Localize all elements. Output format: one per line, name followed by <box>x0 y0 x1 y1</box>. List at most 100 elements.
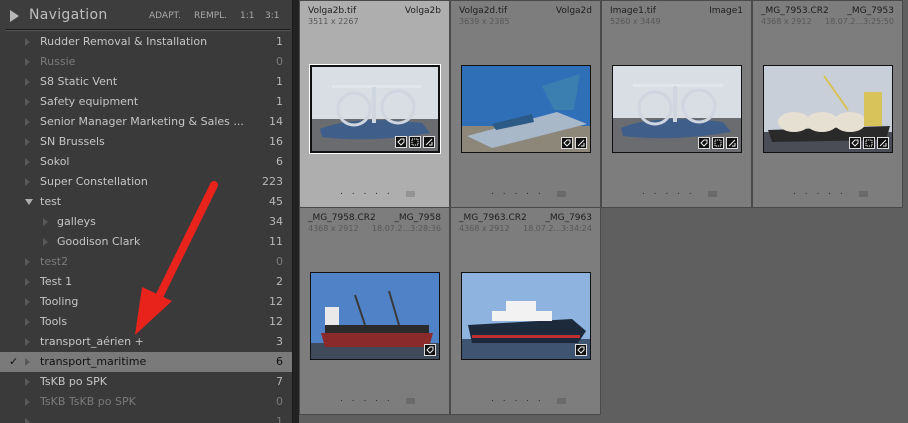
collection-row[interactable]: SN Brussels 16 <box>0 132 292 152</box>
collection-row[interactable]: Tooling 12 <box>0 292 292 312</box>
collection-triangle-icon[interactable] <box>25 158 30 166</box>
photo-thumbnail[interactable] <box>310 272 440 360</box>
rating-dots[interactable]: . . . . . <box>340 394 393 404</box>
collection-count: 223 <box>262 175 283 188</box>
collection-row[interactable]: TsKB po SPK 7 <box>0 372 292 392</box>
collection-row[interactable]: Senior Manager Marketing & Sales ... 14 <box>0 112 292 132</box>
collection-triangle-icon[interactable] <box>25 118 30 126</box>
zoom-fill-option[interactable]: REMPL. <box>194 11 227 21</box>
collection-row[interactable]: TsKB TsKB po SPK 0 <box>0 392 292 412</box>
flag-icon[interactable] <box>708 191 717 197</box>
collection-count: 12 <box>269 315 283 328</box>
collection-triangle-icon[interactable] <box>25 278 30 286</box>
flag-icon[interactable] <box>406 398 415 404</box>
rating-dots[interactable]: . . . . . <box>793 187 846 197</box>
collection-count: 16 <box>269 135 283 148</box>
collection-row[interactable]: ✓ transport_maritime 6 <box>0 352 292 372</box>
photo-thumbnail[interactable] <box>461 272 591 360</box>
collection-row[interactable]: transport_aérien + 3 <box>0 332 292 352</box>
collection-triangle-icon[interactable] <box>25 98 30 106</box>
thumbnail-cell[interactable]: _MG_7963.CR2 _MG_7963 4368 x 2912 18.07.2..… <box>450 207 601 415</box>
navigator-title: Navigation <box>29 7 108 23</box>
develop-icon[interactable] <box>877 137 889 149</box>
collection-row[interactable]: Safety equipment 1 <box>0 92 292 112</box>
tag-icon[interactable] <box>575 344 587 356</box>
collection-triangle-icon[interactable] <box>25 178 30 186</box>
thumbnail-cell[interactable]: Volga2d.tif Volga2d 3639 x 2385 . . . . . <box>450 0 601 208</box>
crop-icon[interactable] <box>409 136 421 148</box>
collection-row[interactable]: Super Constellation 223 <box>0 172 292 192</box>
collection-triangle-icon[interactable] <box>25 318 30 326</box>
photo-thumbnail[interactable] <box>310 65 440 153</box>
file-base-name: _MG_7953 <box>847 6 894 16</box>
rating-dots[interactable]: . . . . . <box>491 394 544 404</box>
navigator-header[interactable]: Navigation ADAPT. REMPL. 1:1 3:1 <box>0 0 292 32</box>
collection-row[interactable]: Russie 0 <box>0 52 292 72</box>
collection-row[interactable]: 1 <box>0 412 292 423</box>
collection-triangle-icon[interactable] <box>43 218 48 226</box>
tag-icon[interactable] <box>698 137 710 149</box>
rating-dots[interactable]: . . . . . <box>642 187 695 197</box>
image-dimensions: 3511 x 2267 <box>308 17 359 26</box>
collection-row[interactable]: test2 0 <box>0 252 292 272</box>
collection-row[interactable]: Goodison Clark 11 <box>0 232 292 252</box>
tag-icon[interactable] <box>395 136 407 148</box>
collection-row[interactable]: Rudder Removal & Installation 1 <box>0 32 292 52</box>
collection-row[interactable]: test 45 <box>0 192 292 212</box>
collection-triangle-icon[interactable] <box>25 78 30 86</box>
flag-icon[interactable] <box>859 191 868 197</box>
develop-icon[interactable] <box>575 137 587 149</box>
collapse-triangle-icon[interactable] <box>10 10 19 22</box>
tag-icon[interactable] <box>849 137 861 149</box>
collection-triangle-icon[interactable] <box>25 38 30 46</box>
collection-count: 6 <box>276 155 283 168</box>
flag-icon[interactable] <box>557 191 566 197</box>
image-dimensions: 5260 x 3449 <box>610 17 661 26</box>
collection-triangle-icon[interactable] <box>25 378 30 386</box>
collection-row[interactable]: S8 Static Vent 1 <box>0 72 292 92</box>
crop-icon[interactable] <box>712 137 724 149</box>
capture-date: 18.07.2...3:25:50 <box>824 17 894 26</box>
collection-triangle-icon[interactable] <box>25 398 30 406</box>
tag-icon[interactable] <box>561 137 573 149</box>
flag-icon[interactable] <box>406 191 415 197</box>
collection-row[interactable]: Sokol 6 <box>0 152 292 172</box>
target-check-icon: ✓ <box>9 355 19 368</box>
crop-icon[interactable] <box>863 137 875 149</box>
collection-triangle-icon[interactable] <box>25 358 30 366</box>
rating-dots[interactable]: . . . . . <box>491 187 544 197</box>
zoom-1-1-option[interactable]: 1:1 <box>240 11 254 21</box>
rating-dots[interactable]: . . . . . <box>340 187 393 197</box>
collection-triangle-icon[interactable] <box>25 418 30 423</box>
photo-thumbnail[interactable] <box>612 65 742 153</box>
thumbnail-cell[interactable]: Volga2b.tif Volga2b 3511 x 2267 . . . . . <box>299 0 450 208</box>
collection-triangle-icon[interactable] <box>25 298 30 306</box>
expanded-triangle-icon[interactable] <box>25 199 33 205</box>
collection-triangle-icon[interactable] <box>43 238 48 246</box>
thumbnail-cell[interactable]: _MG_7953.CR2 _MG_7953 4368 x 2912 18.07.2..… <box>752 0 903 208</box>
collection-triangle-icon[interactable] <box>25 258 30 266</box>
collection-triangle-icon[interactable] <box>25 338 30 346</box>
file-base-name: _MG_7958 <box>394 213 441 223</box>
collection-row[interactable]: galleys 34 <box>0 212 292 232</box>
collection-label: TsKB TsKB po SPK <box>40 395 136 408</box>
zoom-fit-option[interactable]: ADAPT. <box>149 11 181 21</box>
collection-count: 1 <box>276 415 283 423</box>
collection-count: 0 <box>276 255 283 268</box>
collection-triangle-icon[interactable] <box>25 138 30 146</box>
develop-icon[interactable] <box>726 137 738 149</box>
thumbnail-cell[interactable]: _MG_7958.CR2 _MG_7958 4368 x 2912 18.07.2..… <box>299 207 450 415</box>
photo-thumbnail[interactable] <box>461 65 591 153</box>
thumbnail-cell[interactable]: Image1.tif Image1 5260 x 3449 . . . . . <box>601 0 752 208</box>
zoom-3-1-option[interactable]: 3:1 <box>265 11 279 21</box>
tag-icon[interactable] <box>424 344 436 356</box>
collection-row[interactable]: Test 1 2 <box>0 272 292 292</box>
flag-icon[interactable] <box>557 398 566 404</box>
panel-divider[interactable] <box>292 0 299 423</box>
photo-thumbnail[interactable] <box>763 65 893 153</box>
collection-label: transport_maritime <box>40 355 147 368</box>
collection-triangle-icon[interactable] <box>25 58 30 66</box>
badge-strip <box>561 137 587 149</box>
collection-row[interactable]: Tools 12 <box>0 312 292 332</box>
develop-icon[interactable] <box>423 136 435 148</box>
